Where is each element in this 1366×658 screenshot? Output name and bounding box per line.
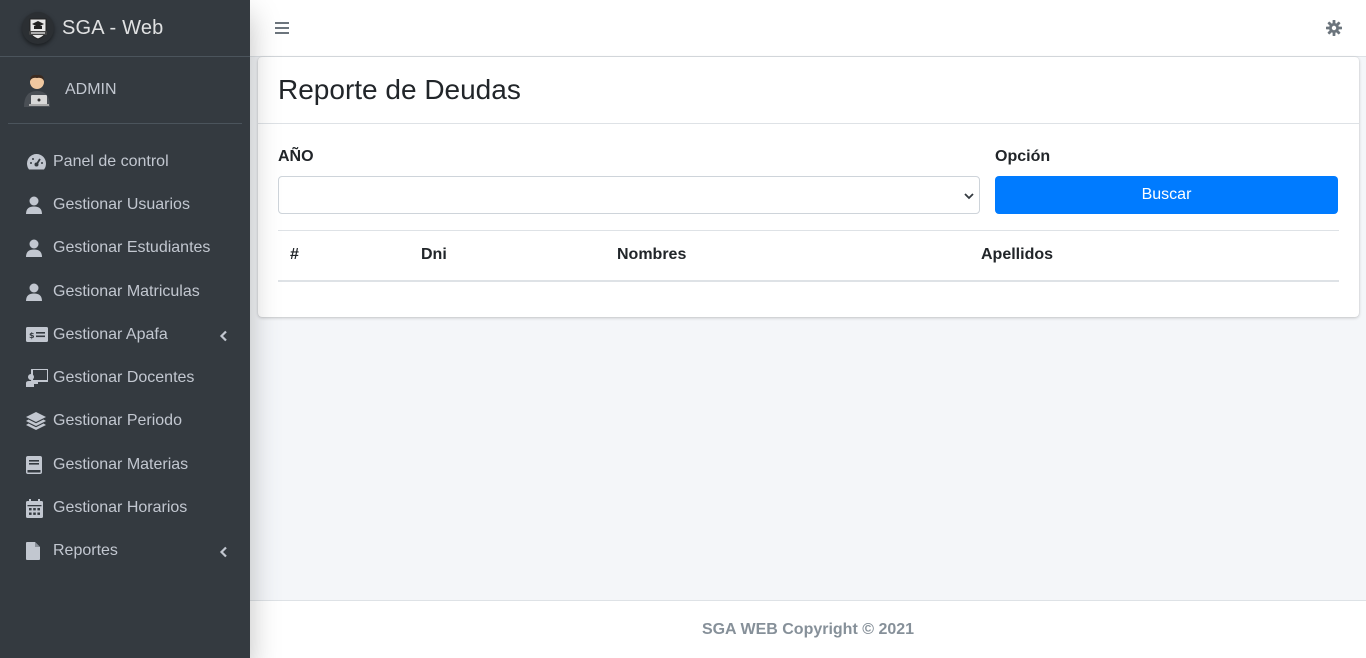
sidebar-item-label: Gestionar Materias — [53, 455, 189, 473]
card-header: Reporte de Deudas — [258, 57, 1359, 124]
user-panel[interactable]: ADMIN — [8, 57, 242, 124]
sidebar-item-estudiantes[interactable]: Gestionar Estudiantes — [0, 227, 250, 270]
footer: SGA WEB Copyright © 2021 — [250, 600, 1366, 658]
year-group: AÑO — [278, 144, 980, 214]
book-icon — [26, 454, 48, 476]
gear-icon[interactable] — [1326, 20, 1342, 36]
sidebar-item-matriculas[interactable]: Gestionar Matriculas — [0, 270, 250, 313]
sidebar-item-apafa[interactable]: $ Gestionar Apafa — [0, 313, 250, 356]
sidebar-item-label: Gestionar Docentes — [53, 369, 195, 387]
year-label: AÑO — [278, 148, 314, 165]
debts-table: # Dni Nombres Apellidos — [278, 230, 1339, 282]
sidebar-item-horarios[interactable]: Gestionar Horarios — [0, 486, 250, 529]
search-button[interactable]: Buscar — [995, 176, 1338, 214]
sidebar: SGA - Web ADMIN Panel de control Gestion… — [0, 0, 250, 658]
filter-form: AÑO Opción Buscar — [278, 144, 1339, 214]
sidebar-item-label: Gestionar Matriculas — [53, 282, 200, 300]
sidebar-item-label: Reportes — [53, 542, 118, 560]
sidebar-item-reportes[interactable]: Reportes — [0, 530, 250, 573]
layer-group-icon — [26, 410, 48, 432]
table-header-row: # Dni Nombres Apellidos — [278, 230, 1339, 282]
sidebar-item-periodo[interactable]: Gestionar Periodo — [0, 400, 250, 443]
hamburger-menu-icon[interactable] — [274, 20, 290, 36]
top-navbar — [250, 0, 1366, 57]
user-icon — [26, 237, 48, 259]
sidebar-item-usuarios[interactable]: Gestionar Usuarios — [0, 183, 250, 226]
calendar-icon — [26, 497, 48, 519]
brand-link[interactable]: SGA - Web — [0, 0, 250, 57]
money-bill-icon: $ — [26, 324, 48, 346]
option-label: Opción — [995, 148, 1051, 165]
column-header-number[interactable]: # — [278, 230, 409, 282]
chalkboard-teacher-icon — [26, 367, 48, 389]
user-icon — [26, 194, 48, 216]
table-header: # Dni Nombres Apellidos — [278, 230, 1339, 282]
sidebar-item-label: Gestionar Periodo — [53, 412, 182, 430]
card-body: AÑO Opción Buscar # Dni Nombres Apellido… — [258, 124, 1359, 302]
year-select[interactable] — [278, 176, 980, 214]
sidebar-item-panel-de-control[interactable]: Panel de control — [0, 140, 250, 183]
svg-text:$: $ — [29, 331, 35, 340]
college-logo-icon — [22, 12, 54, 44]
sidebar-item-label: Gestionar Horarios — [53, 499, 188, 517]
option-group: Opción Buscar — [995, 144, 1338, 214]
sidebar-nav: Panel de control Gestionar Usuarios Gest… — [0, 124, 250, 573]
page-title: Reporte de Deudas — [278, 74, 521, 105]
column-header-nombres[interactable]: Nombres — [605, 230, 969, 282]
user-name: ADMIN — [65, 81, 117, 98]
chevron-down-icon — [963, 189, 975, 201]
chevron-left-icon — [218, 329, 230, 342]
sidebar-item-label: Gestionar Apafa — [53, 325, 168, 343]
column-header-apellidos[interactable]: Apellidos — [969, 230, 1339, 282]
copyright-text: SGA WEB Copyright © 2021 — [701, 620, 915, 638]
sidebar-item-label: Gestionar Estudiantes — [53, 239, 211, 257]
report-card: Reporte de Deudas AÑO Opción Buscar # Dn… — [258, 57, 1359, 317]
chevron-left-icon — [218, 545, 230, 558]
brand-title: SGA - Web — [62, 16, 164, 39]
user-icon — [26, 281, 48, 303]
sidebar-item-label: Panel de control — [53, 152, 169, 170]
sidebar-item-docentes[interactable]: Gestionar Docentes — [0, 356, 250, 399]
tachometer-icon — [26, 151, 48, 173]
sidebar-item-label: Gestionar Usuarios — [53, 195, 190, 213]
sidebar-item-materias[interactable]: Gestionar Materias — [0, 443, 250, 486]
column-header-dni[interactable]: Dni — [409, 230, 605, 282]
file-icon — [26, 540, 48, 562]
user-avatar-icon — [20, 73, 54, 107]
